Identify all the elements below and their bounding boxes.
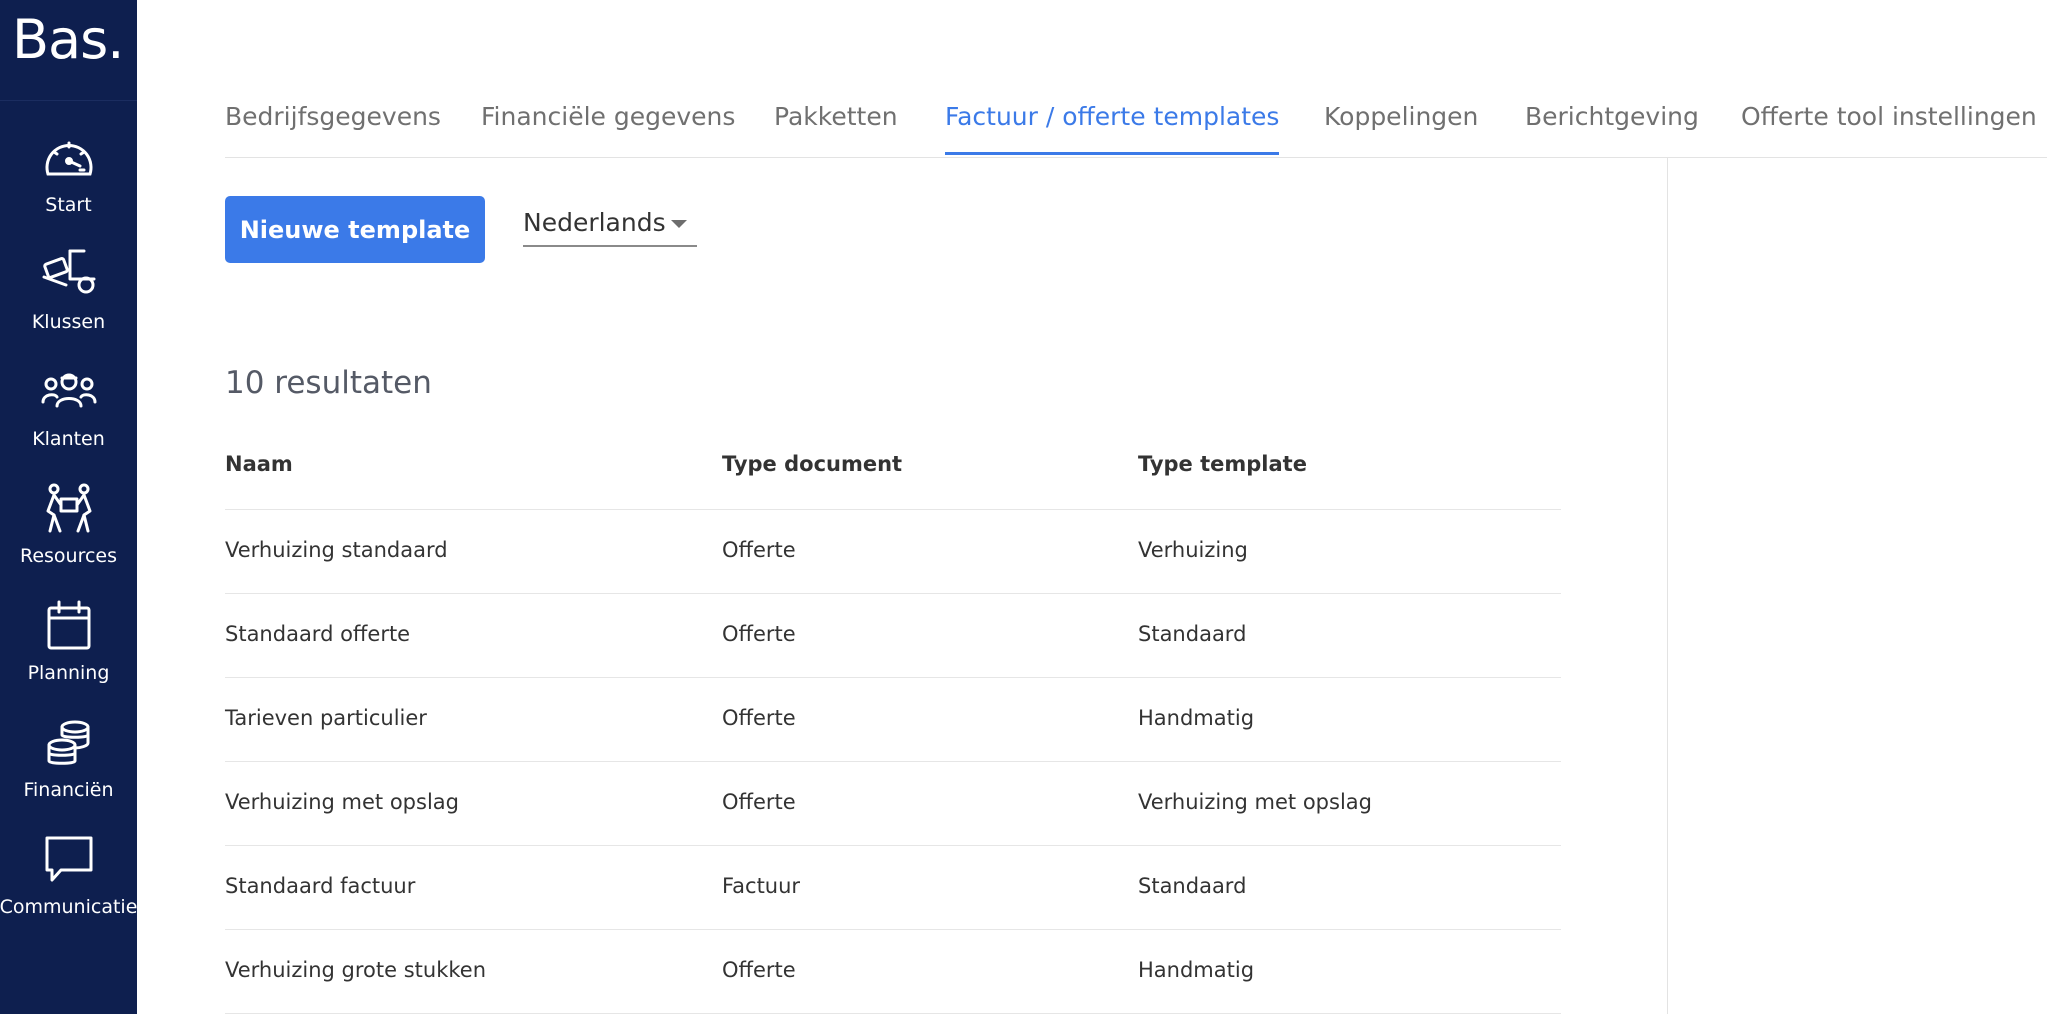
tab-financiele-gegevens[interactable]: Financiële gegevens (481, 95, 735, 157)
panel-divider (1667, 158, 1668, 1014)
sidebar-item-label: Klussen (31, 311, 106, 333)
sidebar-item-communicatie[interactable]: Communicatie (0, 832, 137, 949)
table-row[interactable]: Verhuizing standaard Offerte Verhuizing (225, 510, 1561, 594)
sidebar-item-financien[interactable]: Financiën (0, 715, 137, 832)
tab-bedrijfsgegevens[interactable]: Bedrijfsgegevens (225, 95, 441, 157)
results-count: 10 resultaten (225, 365, 432, 401)
sidebar-item-label: Start (45, 194, 92, 216)
column-header-naam[interactable]: Naam (225, 452, 293, 476)
cell-naam: Standaard offerte (225, 622, 411, 646)
tab-offerte-tool-instellingen[interactable]: Offerte tool instellingen (1741, 95, 2037, 157)
cell-type-template: Standaard (1138, 622, 1247, 646)
column-header-type-template[interactable]: Type template (1138, 452, 1307, 476)
sidebar-item-label: Planning (27, 662, 110, 684)
language-select-value: Nederlands (523, 208, 666, 237)
cell-naam: Verhuizing met opslag (225, 790, 459, 814)
cell-type-template: Handmatig (1138, 958, 1255, 982)
cell-type-template: Verhuizing (1138, 538, 1248, 562)
cell-type-document: Factuur (722, 874, 801, 898)
tab-factuur-offerte-templates[interactable]: Factuur / offerte templates (945, 95, 1280, 157)
tab-pakketten[interactable]: Pakketten (774, 95, 898, 157)
sidebar-item-klanten[interactable]: Klanten (0, 364, 137, 481)
cell-type-document: Offerte (722, 538, 796, 562)
sidebar: Bas. Start Klussen Klanten Resources Pla… (0, 0, 137, 1014)
cell-type-template: Handmatig (1138, 706, 1255, 730)
table-row[interactable]: Verhuizing grote stukken Offerte Handmat… (225, 930, 1561, 1014)
new-template-button[interactable]: Nieuwe template (225, 196, 485, 263)
cell-naam: Verhuizing grote stukken (225, 958, 487, 982)
table-row[interactable]: Tarieven particulier Offerte Handmatig (225, 678, 1561, 762)
sidebar-item-resources[interactable]: Resources (0, 481, 137, 598)
tab-koppelingen[interactable]: Koppelingen (1324, 95, 1478, 157)
tabs-divider (225, 157, 2047, 158)
cell-type-document: Offerte (722, 790, 796, 814)
column-header-type-document[interactable]: Type document (722, 452, 902, 476)
sidebar-item-label: Communicatie (0, 896, 138, 918)
sidebar-item-klussen[interactable]: Klussen (0, 247, 137, 364)
cell-naam: Tarieven particulier (225, 706, 427, 730)
sidebar-item-label: Financiën (23, 779, 114, 801)
cell-naam: Verhuizing standaard (225, 538, 448, 562)
templates-table: Naam Type document Type template Verhuiz… (225, 430, 1561, 1014)
table-row[interactable]: Standaard factuur Factuur Standaard (225, 846, 1561, 930)
sidebar-item-planning[interactable]: Planning (0, 598, 137, 715)
speedometer-icon (45, 141, 92, 176)
movers-carrying-box-icon (46, 483, 91, 533)
chat-bubble-icon (45, 836, 92, 882)
tab-berichtgeving[interactable]: Berichtgeving (1525, 95, 1699, 157)
logo-divider (0, 100, 137, 101)
cell-type-template: Standaard (1138, 874, 1247, 898)
sidebar-item-label: Klanten (32, 428, 105, 450)
calendar-icon (47, 600, 90, 650)
moving-truck-icon (42, 249, 95, 294)
cell-type-document: Offerte (722, 958, 796, 982)
caret-down-icon (671, 220, 687, 228)
table-header: Naam Type document Type template (225, 430, 1561, 510)
coin-stack-icon (47, 720, 89, 765)
cell-type-template: Verhuizing met opslag (1138, 790, 1372, 814)
table-row[interactable]: Standaard offerte Offerte Standaard (225, 594, 1561, 678)
cell-naam: Standaard factuur (225, 874, 416, 898)
cell-type-document: Offerte (722, 622, 796, 646)
app-logo[interactable]: Bas. (12, 8, 124, 71)
sidebar-item-start[interactable]: Start (0, 130, 137, 247)
language-select[interactable]: Nederlands (523, 200, 697, 247)
cell-type-document: Offerte (722, 706, 796, 730)
customers-icon (41, 373, 96, 408)
table-row[interactable]: Verhuizing met opslag Offerte Verhuizing… (225, 762, 1561, 846)
sidebar-item-label: Resources (19, 545, 118, 567)
settings-tabs: Bedrijfsgegevens Financiële gegevens Pak… (225, 95, 2047, 157)
